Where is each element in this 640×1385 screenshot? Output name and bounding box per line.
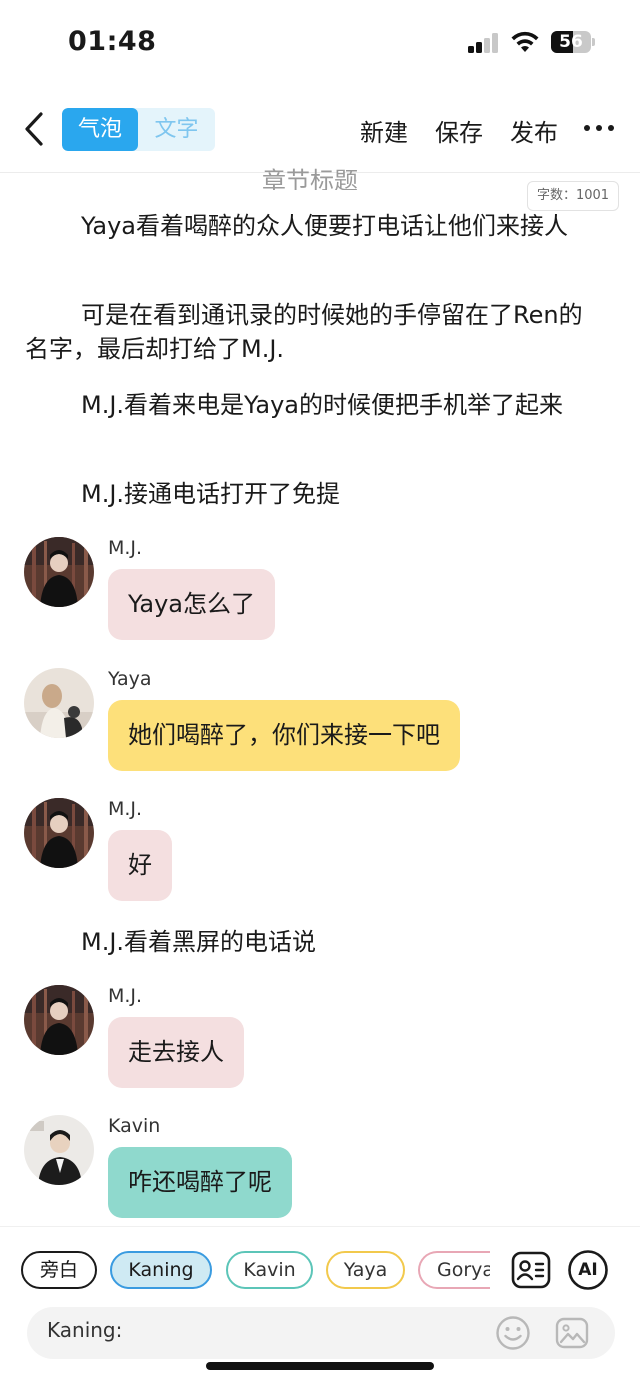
sender-name: Yaya [108,668,152,690]
more-dots-icon [584,125,590,131]
message-bubble[interactable]: 咋还喝醉了呢 [108,1147,292,1218]
character-chip-kaning[interactable]: Kaning [110,1251,212,1289]
home-indicator [206,1362,434,1370]
sender-name: M.J. [108,985,143,1007]
mode-segmented-control: 气泡 文字 [62,108,215,151]
narration-paragraph[interactable]: M.J.接通电话打开了免提 [25,477,595,511]
new-button[interactable]: 新建 [360,113,408,148]
sender-name: Kavin [108,1115,161,1137]
avatar [24,668,94,738]
status-time: 01:48 [68,26,157,57]
message-bubble[interactable]: 走去接人 [108,1017,244,1088]
cellular-signal-icon [468,33,500,53]
ai-button[interactable]: AI [567,1249,609,1291]
status-bar: 01:48 56 [0,0,640,80]
input-speaker-prefix: Kaning: [47,1318,123,1342]
narration-paragraph[interactable]: Yaya看着喝醉的众人便要打电话让他们来接人 [25,209,595,243]
message-bubble[interactable]: 好 [108,830,172,901]
character-chip-narration[interactable]: 旁白 [21,1251,97,1289]
chevron-left-icon [25,112,43,146]
narration-paragraph[interactable]: 可是在看到通讯录的时候她的手停留在了Ren的名字，最后却打给了M.J. [25,298,595,366]
narration-paragraph[interactable]: M.J.看着黑屏的电话说 [25,925,595,959]
word-count-badge: 字数：1001 [527,181,619,211]
avatar [24,985,94,1055]
message-input[interactable]: Kaning: [27,1307,615,1359]
more-button[interactable] [584,113,614,143]
wifi-icon [510,30,540,54]
sender-name: M.J. [108,537,143,559]
avatar [24,1115,94,1185]
avatar [24,798,94,868]
image-icon [555,1317,589,1349]
character-chip-kavin[interactable]: Kavin [226,1251,313,1289]
ai-label: AI [578,1260,598,1280]
chapter-title[interactable]: 章节标题 [262,162,358,190]
save-button[interactable]: 保存 [435,113,483,148]
back-button[interactable] [16,109,52,149]
publish-button[interactable]: 发布 [510,113,558,148]
narration-paragraph[interactable]: M.J.看着来电是Yaya的时候便把手机举了起来 [25,388,595,422]
sender-name: M.J. [108,798,143,820]
tab-bubble[interactable]: 气泡 [62,108,138,151]
character-chip-gorya[interactable]: Gorya [418,1251,490,1289]
emoji-button[interactable] [493,1313,533,1353]
image-button[interactable] [552,1313,592,1353]
role-card-button[interactable] [510,1249,552,1291]
character-chip-yaya[interactable]: Yaya [326,1251,405,1289]
avatar [24,537,94,607]
battery-icon: 56 [551,31,595,53]
tab-text[interactable]: 文字 [138,108,215,151]
message-bubble[interactable]: 她们喝醉了，你们来接一下吧 [108,700,460,771]
battery-level: 56 [559,32,583,52]
message-bubble[interactable]: Yaya怎么了 [108,569,275,640]
role-card-icon [511,1251,551,1289]
top-nav: 气泡 文字 新建 保存 发布 [0,95,640,165]
emoji-icon [496,1316,530,1350]
